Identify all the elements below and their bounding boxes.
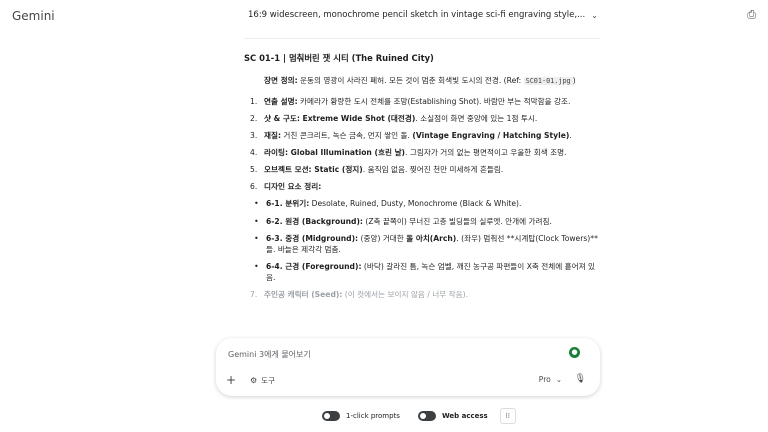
- add-button[interactable]: +: [226, 373, 236, 387]
- model-selector[interactable]: Pro ⌄: [539, 375, 562, 384]
- grid-icon[interactable]: ⁞⁞: [499, 408, 516, 424]
- app-brand[interactable]: Gemini: [12, 9, 55, 23]
- web-access-label: Web access: [441, 412, 488, 420]
- list-item: 2. 샷 & 구도: Extreme Wide Shot (대전경). 소실점이 …: [250, 114, 538, 124]
- tools-button[interactable]: ⚙ 도구: [250, 375, 275, 386]
- sub-list-item: • 6-4. 근경 (Foreground): (바닥) 갈라진 틈, 녹슨 엄벨…: [254, 262, 596, 283]
- tools-label: 도구: [261, 376, 275, 385]
- list-item: 3. 재질: 거친 콘크리트, 녹슨 금속, 먼지 쌓인 돌. (Vintage …: [250, 131, 572, 141]
- sub-list-item: • 6-2. 원경 (Background): (Z축 끝쪽이) 무너진 고층 빌…: [254, 216, 552, 226]
- prompt-composer: Gemini 3에게 물어보기 ● + ⚙ 도구 Pro ⌄ 🎙: [216, 338, 600, 396]
- temporary-chat-icon[interactable]: ⎙: [747, 8, 756, 22]
- list-item: 6. 디자인 요소 정리: • 6-1. 분위기: Desolate, Ruined…: [244, 181, 604, 283]
- chevron-down-icon: ⌄: [591, 10, 598, 20]
- conversation-title-dropdown[interactable]: 16:9 widescreen, monochrome pencil sketc…: [248, 10, 598, 20]
- sub-list-item: • 6-3. 중경 (Midground): (중앙) 거대한 돌 아치(Arch…: [254, 234, 598, 255]
- tools-icon: ⚙: [250, 376, 258, 385]
- prompt-input[interactable]: Gemini 3에게 물어보기: [228, 349, 311, 360]
- chevron-down-icon: ⌄: [555, 375, 562, 384]
- header-divider: [244, 38, 600, 39]
- direction-list: 1. 연출 설명: 카메라가 황량한 도시 전체를 조망(Establishing…: [244, 96, 604, 300]
- list-item: 7. 주인공 캐릭터 (Seed): (이 컷에서는 보이지 않음 / 너무 작음…: [250, 290, 468, 300]
- microphone-icon[interactable]: 🎙: [575, 374, 586, 384]
- ref-code: SC01-01.jpg: [523, 77, 573, 86]
- extension-badge-icon[interactable]: ●: [569, 347, 580, 358]
- design-element-list: • 6-1. 분위기: Desolate, Ruined, Dusty, Mono…: [244, 198, 604, 283]
- one-click-label: 1-click prompts: [346, 412, 400, 420]
- list-item: 4. 라이팅: Global Illumination (흐린 날). 그림자가 …: [250, 148, 567, 158]
- one-click-toggle[interactable]: [322, 411, 340, 421]
- web-access-toggle[interactable]: [417, 411, 436, 421]
- footer-toolbar: 1-click prompts Web access ⁞⁞: [322, 408, 516, 424]
- sub-list-item: • 6-1. 분위기: Desolate, Ruined, Dusty, Mono…: [254, 199, 522, 209]
- model-label: Pro: [538, 375, 551, 384]
- conversation-title: 16:9 widescreen, monochrome pencil sketc…: [248, 10, 586, 20]
- scene-heading: SC 01-1 | 멈춰버린 잿 시티 (The Ruined City): [244, 53, 434, 63]
- response-content: SC 01-1 | 멈춰버린 잿 시티 (The Ruined City) 장면…: [244, 52, 604, 306]
- list-item: 1. 연출 설명: 카메라가 황량한 도시 전체를 조망(Establishing…: [250, 97, 571, 107]
- list-item: 5. 오브젝트 모션: Static (정지). 움직임 없음. 찢어진 천만 미…: [250, 165, 504, 175]
- scene-definition: 장면 정의: 운동의 영광이 사라진 폐허. 모든 것이 멈춘 회색빛 도시의 …: [264, 76, 576, 86]
